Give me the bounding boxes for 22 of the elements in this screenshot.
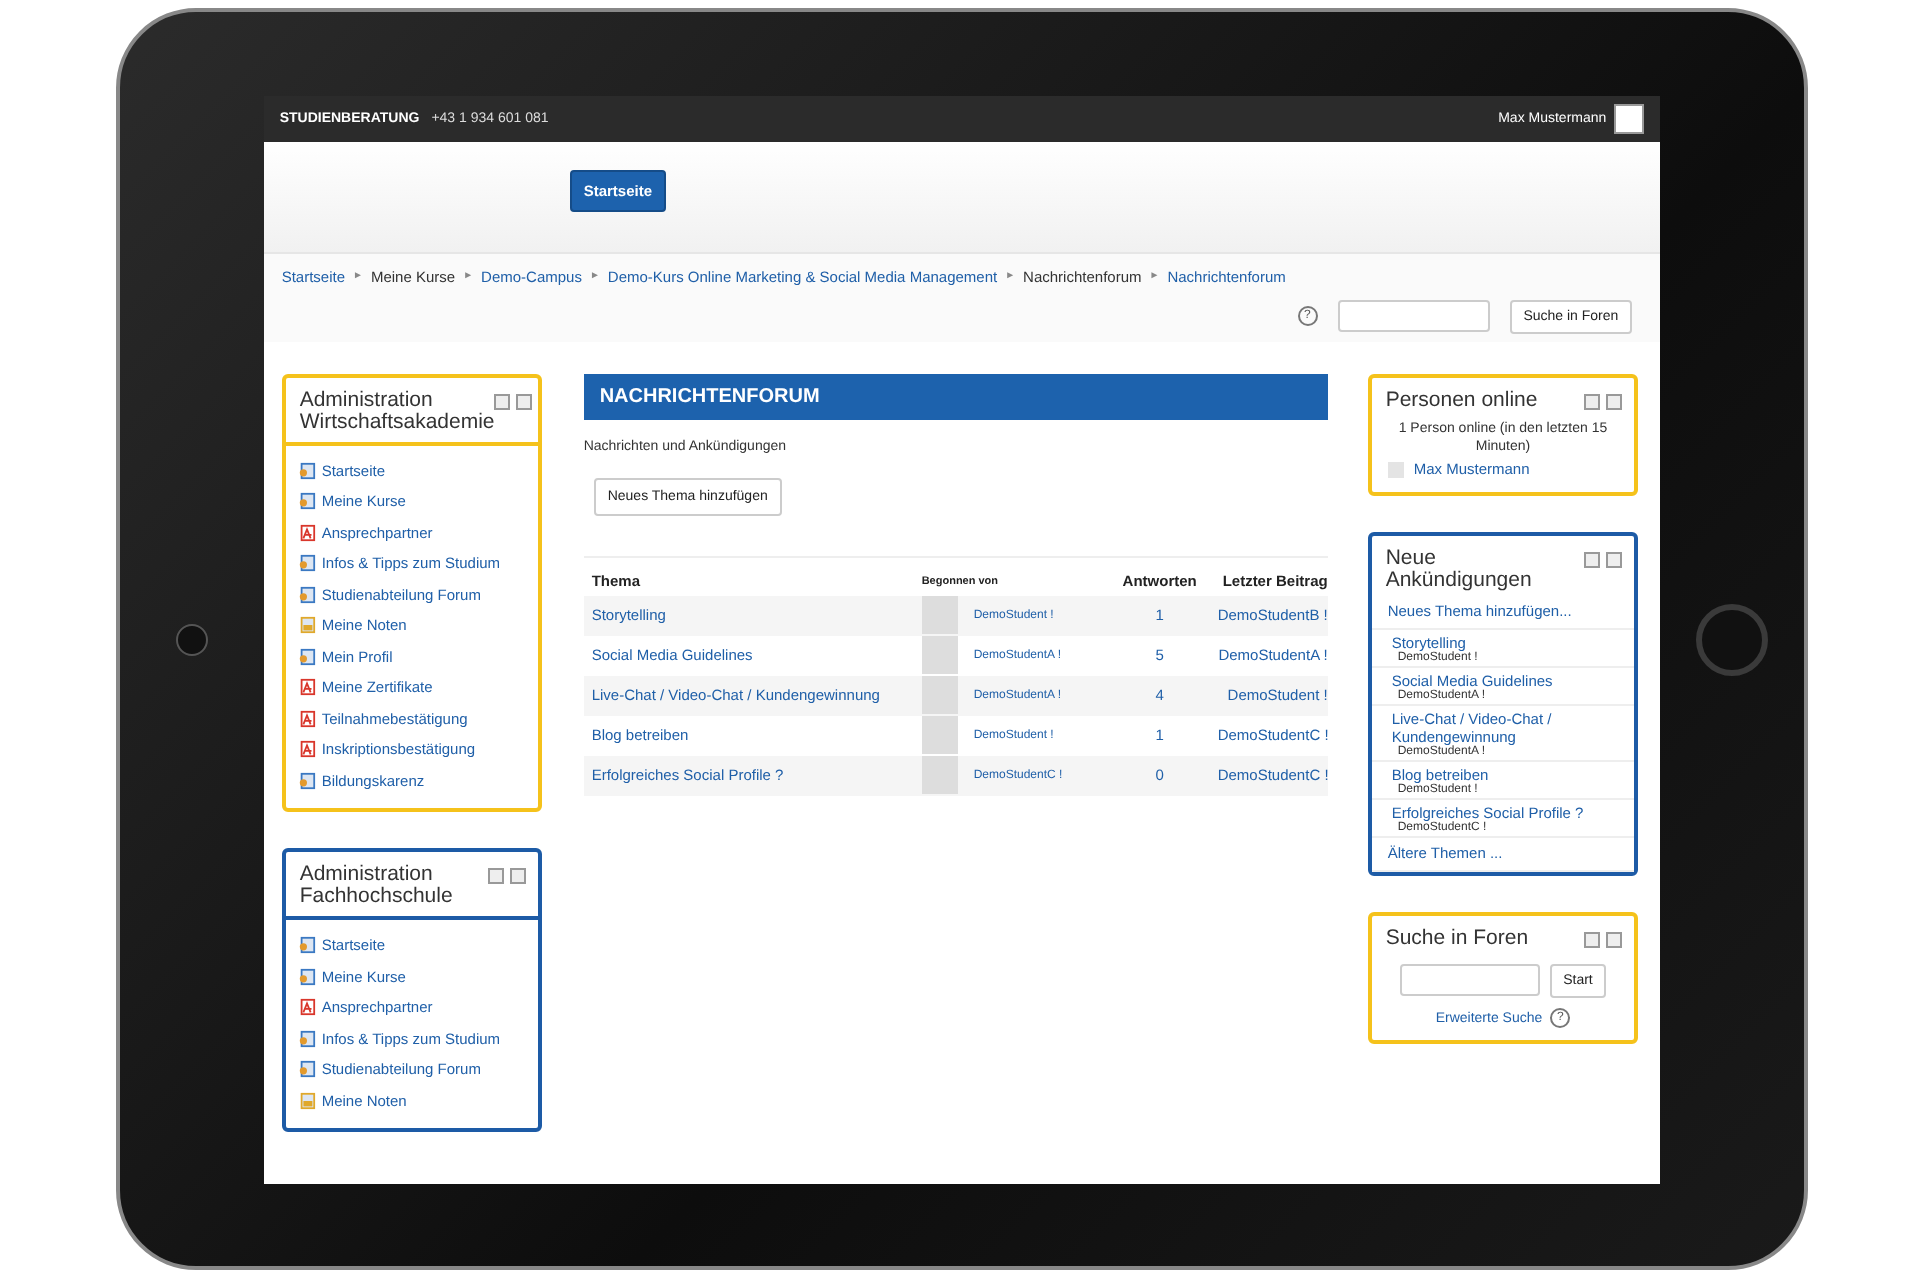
block-controls-icon[interactable]: [1584, 932, 1623, 949]
user-avatar[interactable]: [1614, 103, 1645, 133]
block-title: Administration Wirtschaftsakademie: [299, 389, 495, 434]
block-title: Suche in Foren: [1385, 928, 1531, 951]
home-button-icon[interactable]: [1696, 603, 1769, 675]
camera-icon: [175, 623, 208, 655]
avatar-placeholder: [921, 596, 958, 634]
avatar-placeholder: [921, 716, 958, 754]
block-title: Personen online: [1385, 389, 1540, 412]
block-controls-icon[interactable]: [1584, 393, 1623, 409]
block-controls-icon[interactable]: [1584, 552, 1623, 569]
forum-title: NACHRICHTENFORUM: [583, 373, 1328, 419]
search-field[interactable]: [1337, 300, 1490, 332]
avatar-placeholder: [1387, 461, 1404, 478]
block-title: Neue Ankündigungen: [1385, 548, 1534, 593]
avatar-placeholder: [921, 756, 958, 794]
avatar-placeholder: [921, 676, 958, 714]
block-controls-icon[interactable]: [494, 393, 533, 409]
block-title: Administration Fachhochschule: [299, 864, 455, 909]
block-controls-icon[interactable]: [487, 868, 526, 885]
search-field[interactable]: [1399, 964, 1540, 997]
avatar-placeholder: [921, 636, 958, 674]
